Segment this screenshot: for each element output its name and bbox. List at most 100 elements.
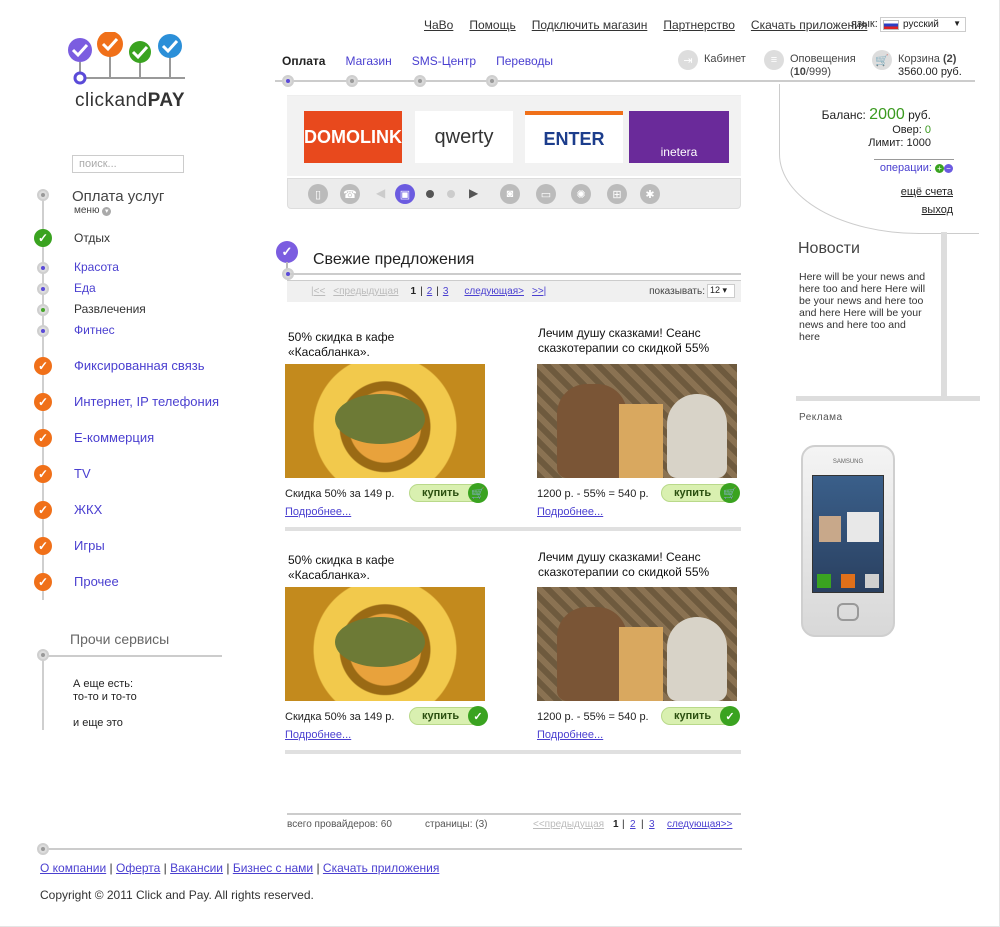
sidebar-item-fixed-line[interactable]: Фиксированная связь (74, 358, 204, 373)
logo-wordmark[interactable]: clickandPAY (75, 90, 185, 112)
top-link-connect-shop[interactable]: Подключить магазин (532, 18, 648, 32)
minus-icon[interactable]: − (944, 164, 953, 173)
menu-label: меню (74, 205, 100, 216)
carousel-dot-active[interactable] (426, 190, 434, 198)
banner-enter[interactable]: ENTER (525, 111, 623, 163)
pager-page-3[interactable]: 3 (649, 819, 655, 830)
chevron-down-icon: ▾ (102, 207, 112, 216)
search-input[interactable]: поиск... (72, 155, 184, 173)
pager-last[interactable]: >>| (532, 286, 546, 297)
arrow-right-icon[interactable]: ▶ (469, 186, 478, 200)
operations-label[interactable]: операции: (880, 162, 932, 174)
offer-food-image[interactable] (285, 364, 485, 478)
buy-button[interactable]: купить 🛒 (409, 483, 488, 503)
balance-amount: 2000 (869, 106, 905, 123)
pager-prev[interactable]: <предыдущая (333, 286, 398, 297)
star-icon[interactable]: ✱ (640, 184, 660, 204)
white-bear (667, 394, 727, 478)
footer-link-jobs[interactable]: Вакансии (170, 861, 223, 875)
operations-line: операции: + − (880, 162, 953, 174)
footer-dot (37, 843, 49, 855)
more-accounts-link[interactable]: ещё счета (901, 186, 953, 198)
over-label: Овер: (892, 124, 922, 136)
sidebar-item-games[interactable]: Игры (74, 538, 105, 553)
notification-list-icon: ≡ (764, 50, 784, 70)
pager-prev[interactable]: <<предыдущая (533, 819, 604, 830)
offer-teddy-image[interactable] (537, 587, 737, 701)
footer-line (42, 848, 742, 850)
phone-ad-image[interactable]: SAMSUNG (801, 445, 895, 637)
buy-button[interactable]: купить 🛒 (661, 483, 740, 503)
cart-link[interactable]: 🛒 Корзина (2) 3560.00 руб. (872, 50, 962, 79)
pager-next[interactable]: следующая>> (667, 819, 732, 830)
tv-icon[interactable]: ▭ (536, 184, 556, 204)
sidebar-menu-toggle[interactable]: меню ▾ (74, 205, 112, 216)
offer-food-image[interactable] (285, 587, 485, 701)
sidebar-item-utilities[interactable]: ЖКХ (74, 502, 102, 517)
sidebar-item-ecommerce[interactable]: Е-коммерция (74, 430, 154, 445)
pager-page-3[interactable]: 3 (443, 286, 449, 297)
tab-sms-center[interactable]: SMS-Центр (412, 54, 476, 68)
logout-link[interactable]: выход (922, 204, 953, 216)
top-link-download-apps[interactable]: Скачать приложения (751, 18, 867, 32)
more-link[interactable]: Подробнее... (537, 506, 603, 518)
offer-teddy-image[interactable] (537, 364, 737, 478)
sidebar-item-food[interactable]: Еда (74, 281, 96, 295)
tab-payment[interactable]: Оплата (282, 54, 325, 68)
pager-page-2[interactable]: 2 (427, 286, 433, 297)
sidebar-item-internet[interactable]: Интернет, IP телефония (74, 394, 219, 409)
sidebar-item-beauty[interactable]: Красота (74, 260, 119, 274)
pager-page-1[interactable]: 1 (411, 286, 417, 297)
news-title: Новости (798, 240, 860, 257)
sidebar-item-fitness[interactable]: Фитнес (74, 323, 115, 337)
check-icon: ✓ (34, 357, 52, 375)
top-link-help[interactable]: Помощь (469, 18, 515, 32)
banner-qwerty[interactable]: qwerty (415, 111, 513, 163)
mobile-phone-icon[interactable]: ▯ (308, 184, 328, 204)
sidebar-item-tv[interactable]: TV (74, 466, 91, 481)
footer-link-about[interactable]: О компании (40, 861, 106, 875)
arrow-left-icon[interactable]: ◀ (376, 186, 385, 200)
section-title: Свежие предложения (313, 251, 475, 268)
notifications-link[interactable]: ≡ Оповещения (10/999) (764, 50, 856, 79)
more-link[interactable]: Подробнее... (537, 729, 603, 741)
news-line (796, 396, 980, 401)
top-link-faq[interactable]: ЧаВо (424, 18, 453, 32)
show-count-select[interactable]: 12 ▾ (707, 284, 735, 298)
banner-domolink[interactable]: DOMOLINK (304, 111, 402, 163)
check-icon: ✓ (34, 573, 52, 591)
telephone-icon[interactable]: ☎ (340, 184, 360, 204)
top-link-partnership[interactable]: Партнерство (663, 18, 735, 32)
carousel-dot[interactable] (447, 190, 455, 198)
notifications-label: Оповещения (790, 53, 856, 65)
sidebar-item-other[interactable]: Прочее (74, 574, 119, 589)
language-select[interactable]: русский ▼ (880, 17, 966, 32)
footer-link-download[interactable]: Скачать приложения (323, 861, 439, 875)
tab-transfers[interactable]: Переводы (496, 54, 553, 68)
footer-link-business[interactable]: Бизнес с нами (233, 861, 313, 875)
language-value: русский (903, 19, 939, 30)
safe-icon[interactable]: ◙ (500, 184, 520, 204)
more-link[interactable]: Подробнее... (285, 506, 351, 518)
contacts-icon (841, 574, 855, 588)
banner-inetera[interactable]: inetera (629, 111, 729, 163)
cabinet-label: Кабинет (704, 53, 746, 65)
buy-button[interactable]: купить ✓ (409, 706, 488, 726)
sidebar-item-rest[interactable]: Отдых (74, 231, 110, 245)
plus-icon[interactable]: + (935, 164, 944, 173)
pager-first[interactable]: |<< (311, 286, 325, 297)
tab-shop[interactable]: Магазин (345, 54, 391, 68)
pager-page-2[interactable]: 2 (630, 819, 636, 830)
check-icon: ✓ (34, 465, 52, 483)
footer-link-offer[interactable]: Оферта (116, 861, 160, 875)
pager-next[interactable]: следующая> (464, 286, 524, 297)
computer-icon[interactable]: ▣ (395, 184, 415, 204)
sidebar-item-entertainment[interactable]: Развлечения (74, 302, 146, 316)
more-link[interactable]: Подробнее... (285, 729, 351, 741)
buy-button[interactable]: купить ✓ (661, 706, 740, 726)
logo-checks-icon[interactable] (60, 32, 190, 88)
bulb-icon[interactable]: ✺ (571, 184, 591, 204)
cabinet-link[interactable]: ⇥ Кабинет (678, 50, 746, 70)
gamepad-icon[interactable]: ⊞ (607, 184, 627, 204)
pager-page-1[interactable]: 1 (613, 819, 619, 830)
